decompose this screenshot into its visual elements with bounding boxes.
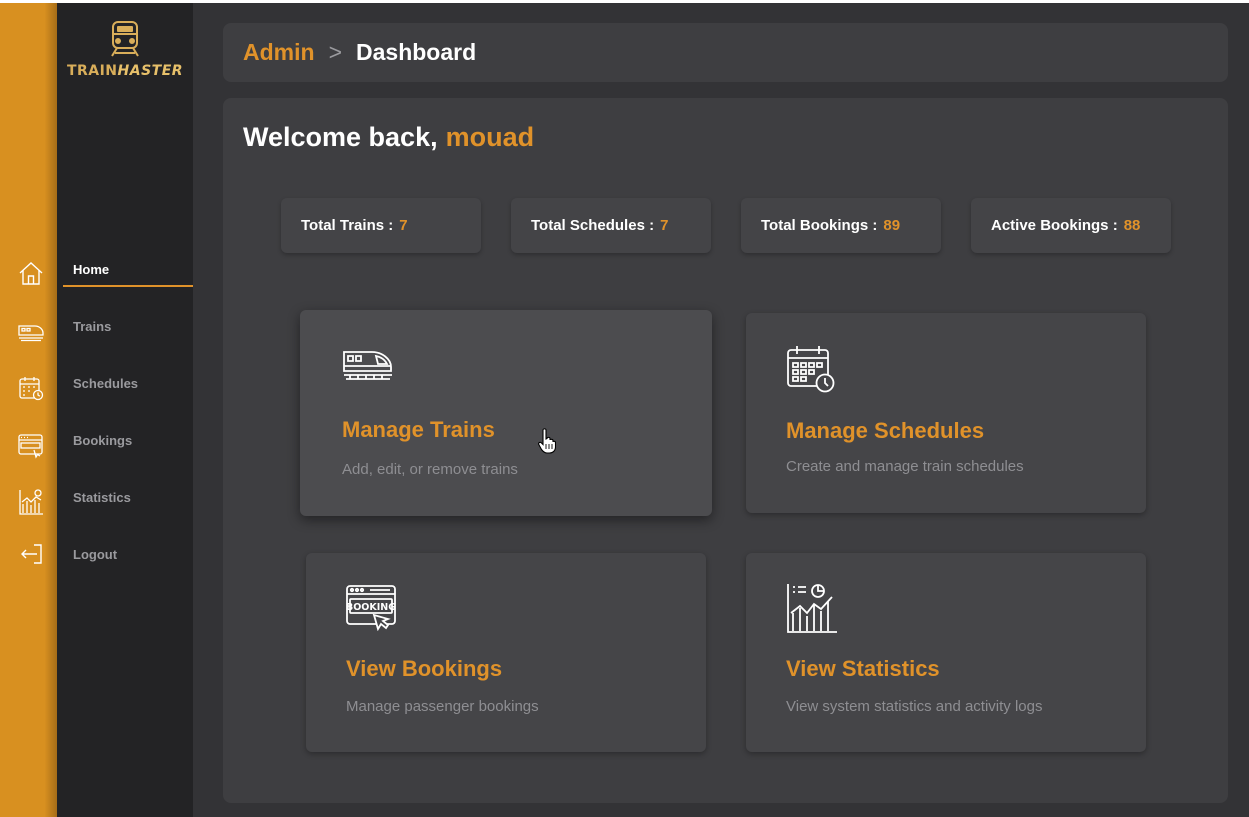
stat-value: 89 — [883, 217, 901, 234]
train-icon — [342, 348, 394, 387]
active-indicator — [63, 285, 193, 287]
breadcrumb-separator: > — [328, 39, 342, 65]
home-icon[interactable] — [17, 259, 45, 287]
brand-name-part1: TRAIN — [66, 63, 118, 79]
hand-cursor-icon — [538, 428, 557, 459]
sidebar-item-trains[interactable]: Trains — [73, 319, 111, 334]
stat-value: 7 — [399, 217, 408, 234]
card-description: Create and manage train schedules — [786, 458, 1024, 475]
brand-logo: TRAINHASTER — [57, 19, 193, 79]
main-panel: Welcome back, mouad Total Trains : 7 Total… — [223, 98, 1228, 803]
welcome-username: mouad — [445, 122, 535, 152]
breadcrumb-root[interactable]: Admin — [243, 39, 315, 65]
stat-total-schedules: Total Schedules : 7 — [511, 198, 711, 253]
stat-total-trains: Total Trains : 7 — [281, 198, 481, 253]
logout-icon[interactable] — [17, 540, 45, 568]
card-title: View Bookings — [346, 656, 503, 681]
sidebar-item-bookings[interactable]: Bookings — [73, 433, 132, 448]
brand-name-part2: HASTER — [117, 63, 184, 79]
sidebar-item-statistics[interactable]: Statistics — [73, 490, 131, 505]
booking-icon: BOOKING — [346, 585, 398, 636]
card-description: Manage passenger bookings — [346, 698, 539, 715]
breadcrumb: Admin > Dashboard — [223, 23, 1228, 82]
svg-text:BOOKING: BOOKING — [346, 602, 396, 613]
train-logo-icon — [111, 21, 139, 57]
manage-schedules-card[interactable]: Manage Schedules Create and manage train… — [746, 313, 1146, 513]
stat-label: Active Bookings : — [991, 217, 1118, 234]
sidebar: TRAINHASTER Home Trains Schedules Bookin… — [57, 3, 193, 817]
train-icon[interactable] — [17, 317, 45, 345]
card-title: Manage Schedules — [786, 418, 985, 443]
booking-icon[interactable] — [17, 431, 45, 459]
card-title: Manage Trains — [342, 417, 495, 442]
stat-total-bookings: Total Bookings : 89 — [741, 198, 941, 253]
stat-value: 88 — [1123, 217, 1141, 234]
statistics-icon — [786, 583, 838, 638]
icon-rail — [0, 3, 57, 817]
sidebar-item-schedules[interactable]: Schedules — [73, 376, 138, 391]
manage-trains-card[interactable]: Manage Trains Add, edit, or remove train… — [300, 310, 712, 516]
welcome-text: Welcome back, — [243, 122, 438, 152]
card-title: View Statistics — [786, 656, 940, 681]
view-statistics-card[interactable]: View Statistics View system statistics a… — [746, 553, 1146, 752]
stat-label: Total Schedules : — [531, 217, 655, 234]
calendar-icon — [786, 345, 836, 398]
view-bookings-card[interactable]: BOOKING View Bookings Manage passenger b… — [306, 553, 706, 752]
card-description: Add, edit, or remove trains — [342, 461, 518, 478]
stat-value: 7 — [660, 217, 669, 234]
stat-label: Total Bookings : — [761, 217, 878, 234]
calendar-icon[interactable] — [17, 374, 45, 402]
breadcrumb-current: Dashboard — [356, 39, 477, 65]
sidebar-item-logout[interactable]: Logout — [73, 547, 117, 562]
welcome-heading: Welcome back, mouad — [243, 122, 534, 153]
sidebar-item-home[interactable]: Home — [73, 262, 109, 277]
statistics-icon[interactable] — [17, 488, 45, 516]
card-description: View system statistics and activity logs — [786, 698, 1043, 715]
stat-label: Total Trains : — [301, 217, 394, 234]
stat-active-bookings: Active Bookings : 88 — [971, 198, 1171, 253]
